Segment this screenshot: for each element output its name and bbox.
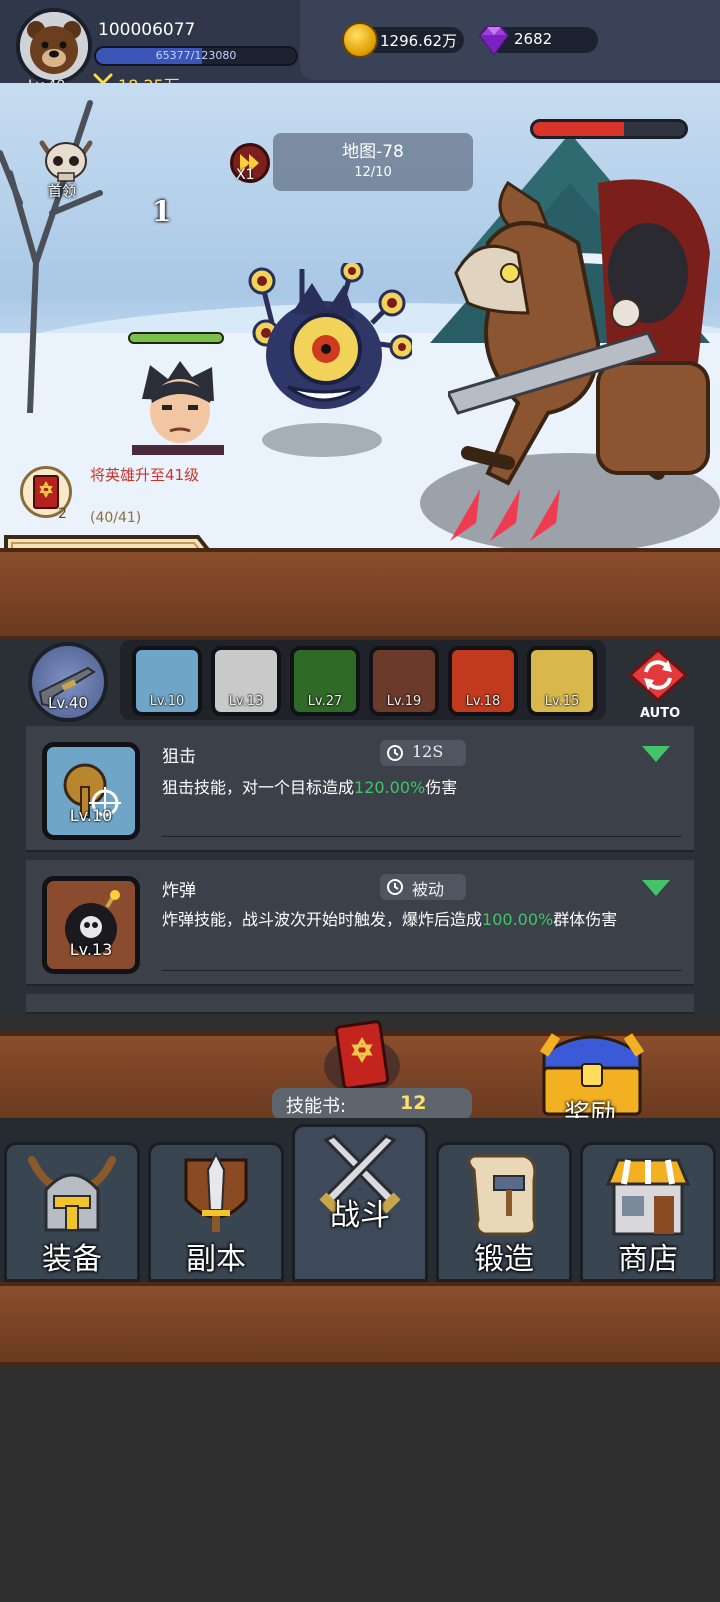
quest-count: 2 [58,506,67,522]
clock-icon [387,745,403,761]
skill-desc-value: 100.00% [482,910,554,929]
hero-hp-bar [128,332,224,344]
skill-slot-level: Lv.13 [228,694,264,709]
exp-bar: 65377/123080 [94,46,298,66]
quest-progress: (40/41) [90,510,142,526]
sniper-skill-icon [42,742,140,840]
bomb-skill-icon [42,876,140,974]
skill-book-count: 12 [400,1092,427,1114]
clock-icon [387,879,403,895]
headless-horseman-boss [448,179,710,486]
boss-label: 首领 [48,184,76,200]
wood-divider [0,1282,720,1366]
skill-icon-level: Lv.13 [69,940,113,959]
skill-card-partial[interactable] [26,994,694,1014]
skill-slot-level: Lv.18 [465,694,501,709]
nav-label: 商店 [618,1242,678,1277]
gem-value: 2682 [514,30,553,48]
beholder-monster [248,263,412,409]
nav-label: 锻造 [474,1242,534,1277]
speed-label: X1 [236,167,255,183]
skill-name: 炸弹 [162,881,196,901]
gold-value: 1296.62万 [380,32,458,50]
chevron-down-icon[interactable] [640,744,672,764]
quest-text: 将英雄升至41级 [90,466,200,484]
skill-icon-level: Lv.10 [69,806,113,825]
skill-cooldown: 12S [412,742,444,761]
skill-divider [162,836,682,837]
player-id: 100006077 [98,20,196,40]
skill-divider [162,970,682,971]
boss-hp-bar [530,119,688,139]
helmet-icon [28,1156,116,1232]
scroll-hammer-icon [467,1154,537,1236]
gold-coin-icon [342,22,378,58]
wood-divider [0,548,720,640]
bottom-empty-area [0,1366,720,1602]
skill-slot-level: Lv.19 [386,694,422,709]
bear-icon [20,12,88,80]
hero-character [132,361,224,455]
map-title: 地图-78 [342,142,404,162]
shop-icon [605,1158,691,1236]
auto-button[interactable] [628,648,688,702]
skill-book-icon[interactable] [322,1020,402,1096]
skill-slot-level: Lv.27 [307,694,343,709]
map-progress: 12/10 [354,165,392,180]
skill-name: 狙击 [162,747,196,767]
skill-desc-text: 狙击技能，对一个目标造成 [162,778,355,797]
gem-icon [478,26,510,56]
skill-desc-text: 群体伤害 [553,910,618,929]
chevron-down-icon[interactable] [640,878,672,898]
boss-hp-fill [533,122,625,136]
player-avatar[interactable] [16,8,92,84]
nav-label: 战斗 [330,1198,390,1233]
skill-slot-level: Lv.15 [544,694,580,709]
nav-label: 副本 [186,1242,246,1277]
skill-book-label: 技能书: [286,1096,347,1117]
skill-description: 狙击技能，对一个目标造成120.00%伤害 [162,774,672,801]
skill-cooldown: 被动 [412,880,445,899]
skill-desc-value: 120.00% [354,778,426,797]
skill-desc-text: 炸弹技能，战斗波次开始时触发，爆炸后造成 [162,910,483,929]
sword-shield-icon [184,1151,248,1232]
wave-number: 1 [152,195,172,228]
hero-hp-fill [130,334,222,342]
nav-label: 装备 [42,1242,102,1277]
exp-text: 65377/123080 [155,49,237,62]
weapon-level: Lv.40 [48,694,88,712]
skill-slot-level: Lv.10 [149,694,185,709]
monster-shadow [262,423,382,457]
skill-description: 炸弹技能，战斗波次开始时触发，爆炸后造成100.00%群体伤害 [162,906,672,933]
auto-label: AUTO [640,706,681,721]
skill-desc-text: 伤害 [425,778,458,797]
